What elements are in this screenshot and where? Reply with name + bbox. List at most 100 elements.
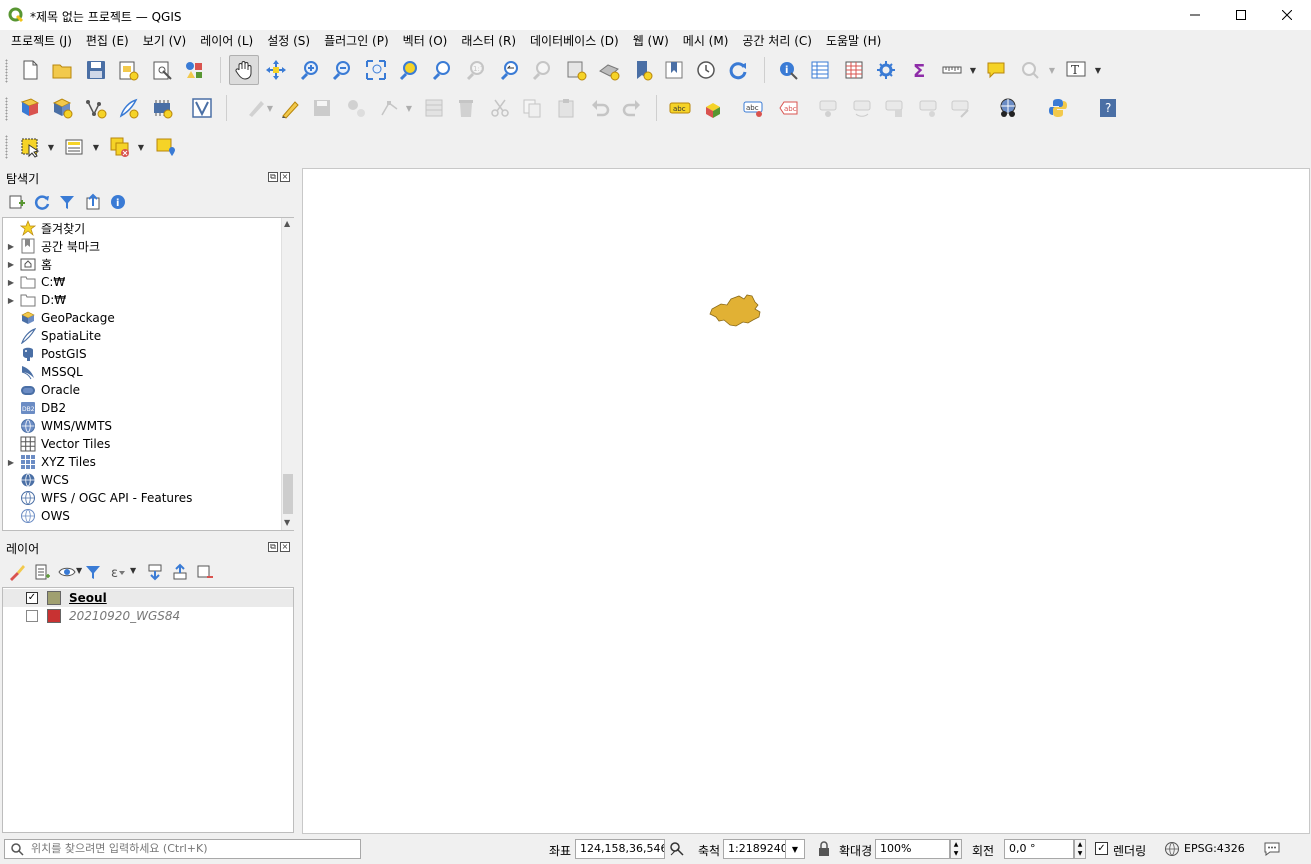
vertex-tool-dropdown-icon[interactable]: ▼	[405, 94, 413, 122]
zoom-in-icon[interactable]	[296, 56, 324, 84]
expand-arrow-icon[interactable]: ▶	[3, 260, 19, 269]
browser-item-spatial-bookmarks[interactable]: ▶ 공간 북마크	[3, 237, 283, 255]
vertex-tool-icon[interactable]	[376, 94, 404, 122]
new-spatialite-layer-icon[interactable]	[114, 94, 142, 122]
current-edits-dropdown-icon[interactable]: ▼	[266, 94, 274, 122]
open-attribute-table-icon[interactable]	[806, 56, 834, 84]
save-project-icon[interactable]	[82, 56, 110, 84]
label-properties-icon[interactable]	[914, 94, 942, 122]
new-temporary-scratch-layer-icon[interactable]	[148, 94, 176, 122]
style-manager-icon[interactable]	[180, 56, 208, 84]
deselect-dropdown-icon[interactable]: ▼	[137, 133, 145, 161]
scrollbar-thumb[interactable]	[283, 474, 293, 514]
expand-arrow-icon[interactable]: ▶	[3, 458, 19, 467]
refresh-browser-icon[interactable]	[33, 193, 51, 211]
style-panel-icon[interactable]	[8, 563, 26, 581]
menu-settings[interactable]: 설정 (S)	[260, 31, 317, 51]
deselect-all-icon[interactable]	[106, 133, 134, 161]
scroll-up-arrow-icon[interactable]: ▲	[284, 219, 290, 228]
annotation-dropdown-icon[interactable]: ▼	[1094, 56, 1102, 84]
modify-attributes-icon[interactable]	[420, 94, 448, 122]
select-by-expression-dropdown-icon[interactable]: ▼	[92, 133, 100, 161]
paste-features-icon[interactable]	[552, 94, 580, 122]
float-panel-button[interactable]: ⧉	[268, 172, 278, 182]
show-layout-dropdown-icon[interactable]: ▼	[1048, 56, 1056, 84]
filter-legend-icon[interactable]	[84, 563, 102, 581]
menu-processing[interactable]: 공간 처리 (C)	[735, 31, 819, 51]
crs-globe-icon[interactable]	[1164, 841, 1180, 857]
layer-name[interactable]: 20210920_WGS84	[69, 609, 180, 623]
show-layout-icon[interactable]	[1016, 56, 1044, 84]
metasearch-icon[interactable]	[994, 94, 1022, 122]
layer-name[interactable]: Seoul	[69, 591, 107, 605]
new-print-layout-icon[interactable]	[114, 56, 142, 84]
delete-selected-icon[interactable]	[452, 94, 480, 122]
menu-layer[interactable]: 레이어 (L)	[193, 31, 260, 51]
browser-item-wcs[interactable]: WCS	[3, 471, 283, 489]
menu-project[interactable]: 프로젝트 (J)	[4, 31, 79, 51]
zoom-to-selection-icon[interactable]	[395, 56, 423, 84]
browser-item-xyz-tiles[interactable]: ▶ XYZ Tiles	[3, 453, 283, 471]
add-selected-layers-icon[interactable]	[8, 193, 26, 211]
measure-line-icon[interactable]	[938, 56, 966, 84]
label-toolbar-icon[interactable]: abc	[666, 94, 694, 122]
visibility-eye-icon[interactable]	[58, 563, 76, 581]
new-spatial-bookmark-icon[interactable]	[628, 56, 656, 84]
seoul-polygon[interactable]	[709, 294, 761, 327]
toolbar-grip[interactable]	[5, 97, 8, 121]
scale-dropdown-icon[interactable]: ▼	[785, 839, 805, 859]
expand-all-icon[interactable]	[146, 563, 164, 581]
browser-item-db2[interactable]: DB2 DB2	[3, 399, 283, 417]
menu-view[interactable]: 보기 (V)	[136, 31, 193, 51]
cut-features-icon[interactable]	[486, 94, 514, 122]
rotation-field[interactable]: 0,0 °	[1004, 839, 1074, 859]
toggle-extents-icon[interactable]	[669, 841, 685, 857]
new-geopackage-layer-icon[interactable]	[48, 94, 76, 122]
new-shapefile-layer-icon[interactable]	[82, 94, 110, 122]
rotate-label-icon[interactable]	[848, 94, 876, 122]
data-source-manager-icon[interactable]	[16, 94, 44, 122]
browser-item-oracle[interactable]: Oracle	[3, 381, 283, 399]
pan-map-icon[interactable]	[229, 55, 259, 85]
browser-item-home[interactable]: ▶ 홈	[3, 255, 283, 273]
menu-plugins[interactable]: 플러그인 (P)	[317, 31, 396, 51]
browser-item-postgis[interactable]: PostGIS	[3, 345, 283, 363]
open-field-calculator-icon[interactable]	[840, 56, 868, 84]
scroll-down-arrow-icon[interactable]: ▼	[284, 518, 290, 527]
layer-row-seoul[interactable]: ✓ Seoul	[3, 589, 293, 607]
change-label-icon[interactable]	[880, 94, 908, 122]
maximize-button[interactable]	[1218, 0, 1264, 30]
menu-raster[interactable]: 래스터 (R)	[454, 31, 523, 51]
magnifier-field[interactable]: 100%	[875, 839, 950, 859]
menu-vector[interactable]: 벡터 (O)	[396, 31, 455, 51]
browser-tree[interactable]: 즐겨찾기 ▶ 공간 북마크 ▶ 홈 ▶ C:₩ ▶ D:₩ GeoPackage	[2, 217, 294, 531]
new-project-icon[interactable]	[16, 56, 44, 84]
pin-unpin-labels-icon[interactable]: abc	[740, 94, 768, 122]
remove-layer-icon[interactable]	[196, 563, 214, 581]
browser-item-drive-d[interactable]: ▶ D:₩	[3, 291, 283, 309]
copy-features-icon[interactable]	[518, 94, 546, 122]
browser-item-wfs[interactable]: WFS / OGC API - Features	[3, 489, 283, 507]
menu-web[interactable]: 웹 (W)	[626, 31, 676, 51]
menu-database[interactable]: 데이터베이스 (D)	[523, 31, 626, 51]
menu-edit[interactable]: 편집 (E)	[79, 31, 136, 51]
map-canvas[interactable]	[302, 168, 1310, 834]
minimize-button[interactable]	[1172, 0, 1218, 30]
browser-item-mssql[interactable]: MSSQL	[3, 363, 283, 381]
layer-visibility-checkbox[interactable]: ✓	[26, 592, 38, 604]
select-by-expression-icon[interactable]	[60, 133, 88, 161]
layer-row-20210920-wgs84[interactable]: 20210920_WGS84	[3, 607, 293, 625]
zoom-native-resolution-icon[interactable]: 1:1	[462, 56, 490, 84]
visibility-dropdown-icon[interactable]: ▼	[76, 566, 82, 575]
toolbar-grip[interactable]	[5, 135, 8, 159]
zoom-to-layer-icon[interactable]	[428, 56, 456, 84]
locator-search-input[interactable]: 위치를 찾으려면 입력하세요 (Ctrl+K)	[4, 839, 361, 859]
new-virtual-layer-icon[interactable]	[188, 94, 216, 122]
open-project-icon[interactable]	[48, 56, 76, 84]
collapse-all-icon[interactable]	[84, 193, 102, 211]
enable-properties-icon[interactable]: i	[109, 193, 127, 211]
digitize-with-segment-icon[interactable]	[342, 94, 370, 122]
filter-expression-dropdown-icon[interactable]: ▼	[130, 566, 136, 575]
select-by-location-icon[interactable]	[152, 133, 180, 161]
pan-to-selection-icon[interactable]	[262, 56, 290, 84]
